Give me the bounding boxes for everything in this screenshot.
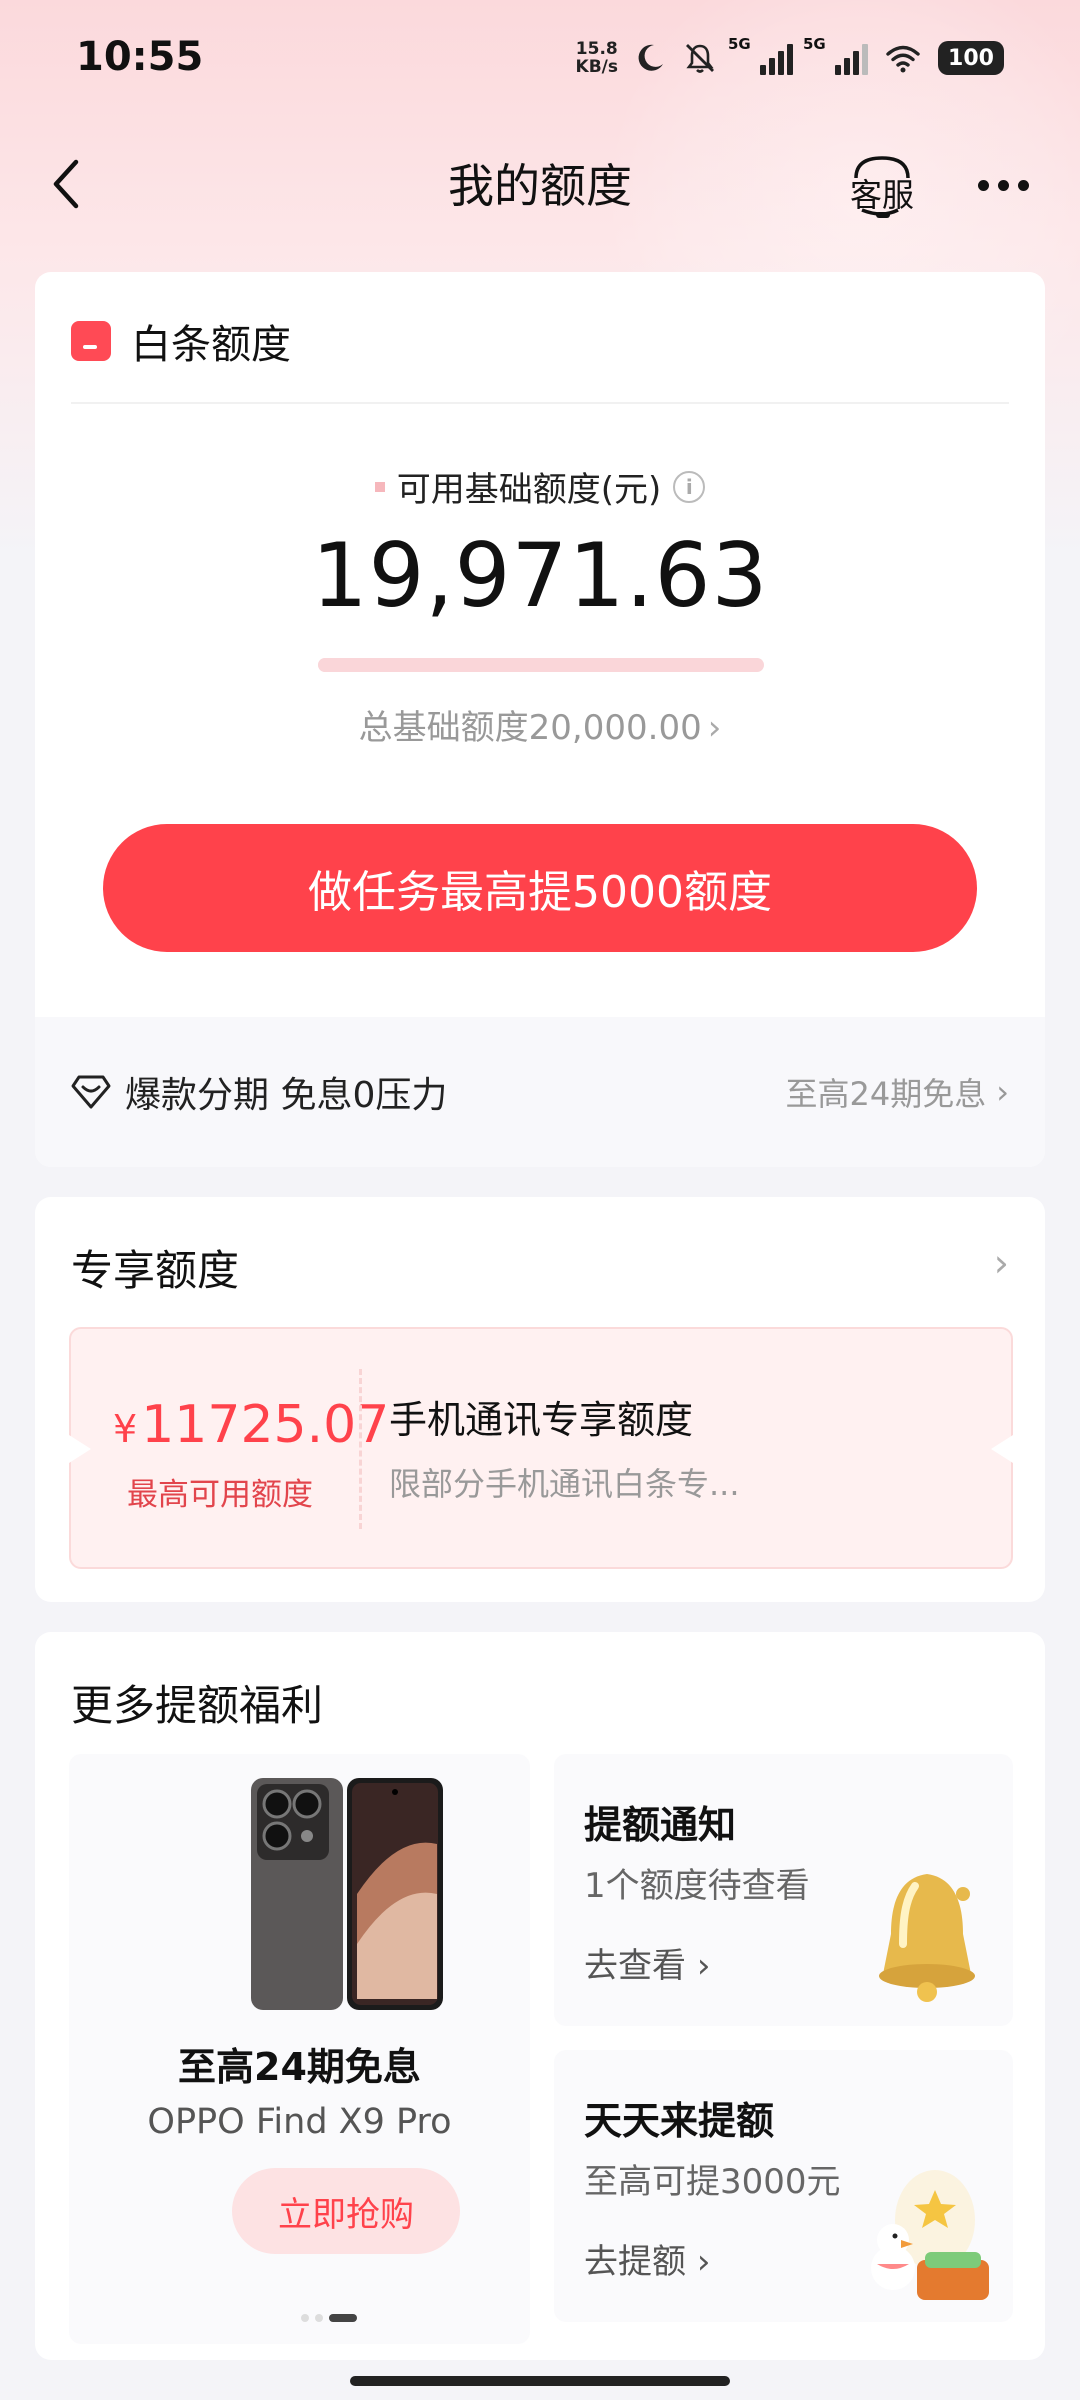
carousel-dot-active <box>329 2314 357 2322</box>
more-dot-icon <box>997 179 1009 191</box>
total-credit-label: 总基础额度20,000.00 <box>358 708 702 748</box>
exclusive-amount-label: 最高可用额度 <box>127 1477 313 1513</box>
go-increase-label: 去提额 <box>584 2242 686 2282</box>
promo-product-name: OPPO Find X9 Pro <box>147 2102 452 2142</box>
phone-promo-card[interactable]: 至高24期免息 OPPO Find X9 Pro 立即抢购 <box>69 1754 530 2344</box>
more-menu-button[interactable] <box>968 160 1038 210</box>
chevron-right-icon: › <box>696 2242 711 2282</box>
installment-right: 至高24期免息 › <box>785 1069 1009 1115</box>
exclusive-credit-title: 专享额度 <box>71 1246 240 1295</box>
go-increase-link[interactable]: 去提额 › <box>584 2234 710 2283</box>
more-dot-icon <box>977 179 989 191</box>
available-credit-label: 可用基础额度(元) <box>396 470 662 510</box>
available-credit-amount: 19,971.63 <box>311 524 769 627</box>
sim1-network-label: 5G <box>728 35 751 53</box>
installment-text: 爆款分期 免息0压力 <box>125 1075 448 1116</box>
divider <box>71 402 1009 404</box>
coupon-notch <box>69 1435 91 1463</box>
view-notice-label: 去查看 <box>584 1946 686 1986</box>
signal-strength-sim1-icon: 5G <box>728 35 793 75</box>
promo-title: 至高24期免息 <box>178 2045 421 2089</box>
installment-promo-row[interactable]: 爆款分期 免息0压力 至高24期免息 › <box>35 1017 1045 1167</box>
battery-indicator: 100 <box>938 41 1004 75</box>
coupon-notch <box>991 1435 1013 1463</box>
daily-increase-title: 天天来提额 <box>584 2099 775 2143</box>
credit-notice-sub: 1个额度待查看 <box>584 1866 810 1906</box>
diamond-icon <box>71 1075 111 1109</box>
chevron-right-icon: › <box>996 1073 1009 1111</box>
more-dot-icon <box>1017 179 1029 191</box>
more-benefits-card: 更多提额福利 至高24期免息 OPPO Find X9 Pro 立即抢购 提额通… <box>35 1632 1045 2360</box>
bell-icon <box>879 1874 975 2002</box>
moon-icon <box>638 44 663 71</box>
home-indicator[interactable] <box>350 2376 730 2386</box>
credit-progress-fill <box>318 658 764 672</box>
status-time: 10:55 <box>76 34 204 80</box>
credit-notice-card[interactable]: 提额通知 1个额度待查看 去查看 › <box>554 1754 1013 2026</box>
label-dot <box>374 481 385 492</box>
view-notice-link[interactable]: 去查看 › <box>584 1938 710 1987</box>
exclusive-amount-value: 11725.07 <box>141 1395 390 1455</box>
exclusive-credit-coupon[interactable]: ¥11725.07 最高可用额度 手机通讯专享额度 限部分手机通讯白条专... <box>69 1327 1013 1569</box>
network-speed: 15.8 KB/s <box>576 40 618 76</box>
phone-product-image <box>251 1778 443 2010</box>
total-credit-link[interactable]: 总基础额度20,000.00 › <box>35 700 1045 749</box>
baitiao-card-header: 白条额度 <box>71 312 291 370</box>
customer-service-label: 客服 <box>849 176 914 214</box>
bell-muted-icon <box>686 44 714 73</box>
baitiao-credit-card: 白条额度 可用基础额度(元) i 19,971.63 总基础额度20,000.0… <box>35 272 1045 1167</box>
sim2-network-label: 5G <box>803 35 826 53</box>
credit-progress-bar <box>318 658 764 672</box>
exclusive-credit-name: 手机通讯专享额度 <box>389 1398 694 1442</box>
network-speed-value: 15.8 <box>575 39 618 59</box>
task-increase-credit-button[interactable]: 做任务最高提5000额度 <box>103 824 977 952</box>
exclusive-credit-card: 专享额度 › ¥11725.07 最高可用额度 手机通讯专享额度 限部分手机通讯… <box>35 1197 1045 1602</box>
page-header: 我的额度 客服 <box>0 140 1080 230</box>
installment-left: 爆款分期 免息0压力 <box>71 1066 447 1118</box>
signal-strength-sim2-icon: 5G <box>803 35 868 75</box>
info-icon[interactable]: i <box>673 470 706 503</box>
network-speed-unit: KB/s <box>575 57 618 77</box>
carousel-indicator <box>301 2314 357 2322</box>
carousel-dot <box>315 2314 323 2322</box>
status-icons: 15.8 KB/s 5G 5G 100 <box>576 34 1004 82</box>
buy-now-button[interactable]: 立即抢购 <box>232 2168 460 2254</box>
exclusive-credit-desc: 限部分手机通讯白条专... <box>389 1465 740 1503</box>
daily-increase-sub: 至高可提3000元 <box>584 2162 841 2202</box>
baitiao-icon <box>71 321 111 361</box>
chevron-right-icon: › <box>696 1946 711 1986</box>
wifi-icon <box>886 45 920 73</box>
coupon-separator <box>359 1369 362 1529</box>
exclusive-amount: ¥11725.07 <box>113 1395 389 1455</box>
chevron-right-icon[interactable]: › <box>994 1241 1009 1285</box>
installment-right-text: 至高24期免息 <box>785 1075 987 1113</box>
currency-symbol: ¥ <box>113 1407 138 1451</box>
baitiao-title: 白条额度 <box>131 322 291 368</box>
chevron-right-icon: › <box>707 708 722 748</box>
carousel-dot <box>301 2314 309 2322</box>
customer-service-button[interactable]: 客服 <box>842 148 922 228</box>
status-bar: 10:55 15.8 KB/s 5G 5G 100 <box>0 0 1080 110</box>
credit-notice-title: 提额通知 <box>584 1803 737 1847</box>
more-benefits-title: 更多提额福利 <box>71 1681 324 1730</box>
daily-increase-card[interactable]: 天天来提额 至高可提3000元 去提额 › <box>554 2050 1013 2322</box>
available-credit-label-row: 可用基础额度(元) i <box>35 462 1045 511</box>
egg-duck-icon <box>871 2170 989 2300</box>
